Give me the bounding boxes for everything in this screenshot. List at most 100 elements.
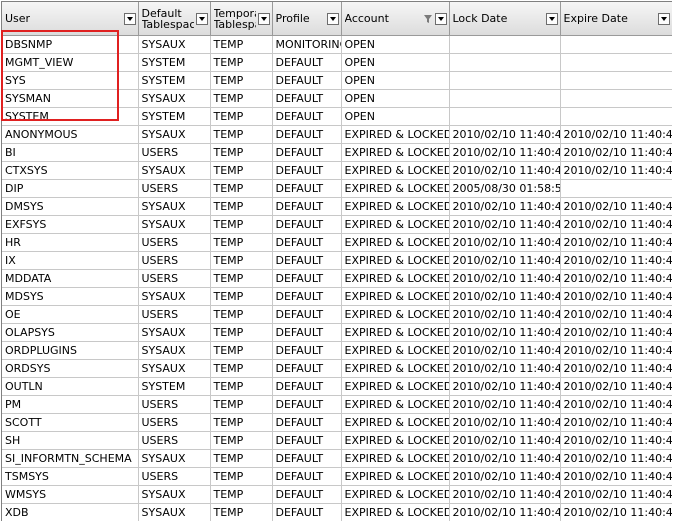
cell-account: EXPIRED & LOCKED — [341, 413, 450, 432]
cell-profile: DEFAULT — [272, 305, 342, 324]
cell-lock-date — [449, 89, 561, 108]
cell-user: ORDPLUGINS — [2, 341, 139, 360]
cell-default-tablespace: USERS — [138, 251, 211, 270]
cell-account: EXPIRED & LOCKED — [341, 179, 450, 198]
table-row[interactable]: OLAPSYS SYSAUX TEMP DEFAULT EXPIRED & LOCKED… — [2, 323, 672, 342]
chevron-down-icon[interactable] — [257, 12, 270, 25]
column-header-label: Default Tablespace — [141, 7, 194, 30]
table-row[interactable]: BI USERS TEMP DEFAULT EXPIRED & LOCKED 2010/0… — [2, 143, 672, 162]
cell-default-tablespace: SYSAUX — [138, 323, 211, 342]
table-row[interactable]: DIP USERS TEMP DEFAULT EXPIRED & LOCKED 2005/… — [2, 179, 672, 198]
table-row[interactable]: SYSTEM SYSTEM TEMP DEFAULT OPEN — [2, 107, 672, 126]
cell-profile: DEFAULT — [272, 449, 342, 468]
cell-account: EXPIRED & LOCKED — [341, 233, 450, 252]
cell-account: EXPIRED & LOCKED — [341, 449, 450, 468]
table-row[interactable]: SI_INFORMTN_SCHEMA SYSAUX TEMP DEFAULT EXPIR… — [2, 449, 672, 468]
cell-user: MGMT_VIEW — [2, 53, 139, 72]
column-header-account[interactable]: Account — [341, 2, 450, 36]
cell-default-tablespace: SYSAUX — [138, 161, 211, 180]
cell-profile: DEFAULT — [272, 323, 342, 342]
cell-lock-date: 2010/02/10 11:40:42 — [449, 251, 561, 270]
cell-account: EXPIRED & LOCKED — [341, 323, 450, 342]
cell-profile: DEFAULT — [272, 233, 342, 252]
chevron-down-icon[interactable] — [195, 12, 208, 25]
cell-account: EXPIRED & LOCKED — [341, 125, 450, 144]
cell-profile: DEFAULT — [272, 431, 342, 450]
cell-expire-date: 2010/02/10 11:40:42 — [560, 287, 672, 306]
cell-profile: DEFAULT — [272, 413, 342, 432]
cell-account: EXPIRED & LOCKED — [341, 215, 450, 234]
cell-profile: DEFAULT — [272, 53, 342, 72]
cell-user: CTXSYS — [2, 161, 139, 180]
table-row[interactable]: MDSYS SYSAUX TEMP DEFAULT EXPIRED & LOCKED 20… — [2, 287, 672, 306]
cell-account: OPEN — [341, 89, 450, 108]
cell-lock-date — [449, 71, 561, 90]
table-row[interactable]: SYS SYSTEM TEMP DEFAULT OPEN — [2, 71, 672, 90]
cell-temporary-tablespace: TEMP — [210, 287, 273, 306]
column-header-lock-date[interactable]: Lock Date — [449, 2, 561, 36]
cell-account: EXPIRED & LOCKED — [341, 377, 450, 396]
table-row[interactable]: IX USERS TEMP DEFAULT EXPIRED & LOCKED 2010/0… — [2, 251, 672, 270]
column-header-label: Lock Date — [452, 13, 508, 24]
table-row[interactable]: SCOTT USERS TEMP DEFAULT EXPIRED & LOCKED 201… — [2, 413, 672, 432]
cell-lock-date: 2010/02/10 11:40:42 — [449, 287, 561, 306]
table-row[interactable]: CTXSYS SYSAUX TEMP DEFAULT EXPIRED & LOCKED 2… — [2, 161, 672, 180]
cell-account: EXPIRED & LOCKED — [341, 341, 450, 360]
cell-expire-date: 2010/02/10 11:40:42 — [560, 395, 672, 414]
cell-temporary-tablespace: TEMP — [210, 359, 273, 378]
table-row[interactable]: DBSNMPSYSAUXTEMPMONITORING_PROFILEOPEN — [2, 35, 672, 54]
table-row[interactable]: WMSYS SYSAUX TEMP DEFAULT EXPIRED & LOCKED 20… — [2, 485, 672, 504]
table-row[interactable]: MDDATA USERS TEMP DEFAULT EXPIRED & LOCKED 20… — [2, 269, 672, 288]
cell-profile: DEFAULT — [272, 179, 342, 198]
cell-temporary-tablespace: TEMP — [210, 323, 273, 342]
table-row[interactable]: ANONYMOUS SYSAUX TEMP DEFAULT EXPIRED & LOCK… — [2, 125, 672, 144]
column-header-default-tablespace[interactable]: Default Tablespace — [138, 2, 211, 36]
table-row[interactable]: ORDSYS SYSAUX TEMP DEFAULT EXPIRED & LOCKED 2… — [2, 359, 672, 378]
cell-account: EXPIRED & LOCKED — [341, 287, 450, 306]
cell-lock-date: 2010/02/10 11:40:42 — [449, 215, 561, 234]
cell-temporary-tablespace: TEMP — [210, 35, 273, 54]
chevron-down-icon[interactable] — [545, 12, 558, 25]
table-row[interactable]: OUTLN SYSTEM TEMP DEFAULT EXPIRED & LOCKED 20… — [2, 377, 672, 396]
column-header-label: Profile — [275, 13, 310, 24]
cell-user: SCOTT — [2, 413, 139, 432]
chevron-down-icon[interactable] — [123, 12, 136, 25]
table-row[interactable]: XDB SYSAUX TEMP DEFAULT EXPIRED & LOCKED 2010… — [2, 503, 672, 521]
cell-temporary-tablespace: TEMP — [210, 71, 273, 90]
column-header-temporary-tablespace[interactable]: Temporary Tablespace — [210, 2, 273, 36]
table-row[interactable]: HR USERS TEMP DEFAULT EXPIRED & LOCKED 2010/0… — [2, 233, 672, 252]
column-header-profile[interactable]: Profile — [272, 2, 342, 36]
table-body: DBSNMPSYSAUXTEMPMONITORING_PROFILEOPENMG… — [2, 35, 672, 521]
table-row[interactable]: TSMSYS USERS TEMP DEFAULT EXPIRED & LOCKED 20… — [2, 467, 672, 486]
table-row[interactable]: SH USERS TEMP DEFAULT EXPIRED & LOCKED 2010/0… — [2, 431, 672, 450]
cell-default-tablespace: USERS — [138, 305, 211, 324]
cell-user: DBSNMP — [2, 35, 139, 54]
cell-temporary-tablespace: TEMP — [210, 179, 273, 198]
cell-profile: DEFAULT — [272, 197, 342, 216]
table-row[interactable]: SYSMAN SYSAUX TEMP DEFAULT OPEN — [2, 89, 672, 108]
chevron-down-icon[interactable] — [657, 12, 670, 25]
cell-temporary-tablespace: TEMP — [210, 485, 273, 504]
column-header-label: Account — [344, 13, 389, 24]
cell-default-tablespace: SYSAUX — [138, 449, 211, 468]
cell-expire-date: 2010/02/10 11:40:42 — [560, 305, 672, 324]
table-row[interactable]: DMSYS SYSAUX TEMP DEFAULT EXPIRED & LOCKED 20… — [2, 197, 672, 216]
column-header-expire-date[interactable]: Expire Date — [560, 2, 672, 36]
cell-default-tablespace: SYSAUX — [138, 197, 211, 216]
column-header-user[interactable]: User — [2, 2, 139, 36]
cell-profile: DEFAULT — [272, 125, 342, 144]
cell-default-tablespace: SYSAUX — [138, 341, 211, 360]
table-row[interactable]: EXFSYS SYSAUX TEMP DEFAULT EXPIRED & LOCKED 2… — [2, 215, 672, 234]
table-row[interactable]: PM USERS TEMP DEFAULT EXPIRED & LOCKED 2010/0… — [2, 395, 672, 414]
table-row[interactable]: MGMT_VIEW SYSTEM TEMP DEFAULT OPEN — [2, 53, 672, 72]
table-row[interactable]: OE USERS TEMP DEFAULT EXPIRED & LOCKED 2010/0… — [2, 305, 672, 324]
cell-profile: DEFAULT — [272, 359, 342, 378]
chevron-down-icon[interactable] — [326, 12, 339, 25]
cell-temporary-tablespace: TEMP — [210, 215, 273, 234]
cell-user: OE — [2, 305, 139, 324]
cell-user: BI — [2, 143, 139, 162]
table-row[interactable]: ORDPLUGINS SYSAUX TEMP DEFAULT EXPIRED & LOC… — [2, 341, 672, 360]
chevron-down-icon[interactable] — [434, 12, 447, 25]
cell-account: EXPIRED & LOCKED — [341, 251, 450, 270]
cell-profile: DEFAULT — [272, 377, 342, 396]
